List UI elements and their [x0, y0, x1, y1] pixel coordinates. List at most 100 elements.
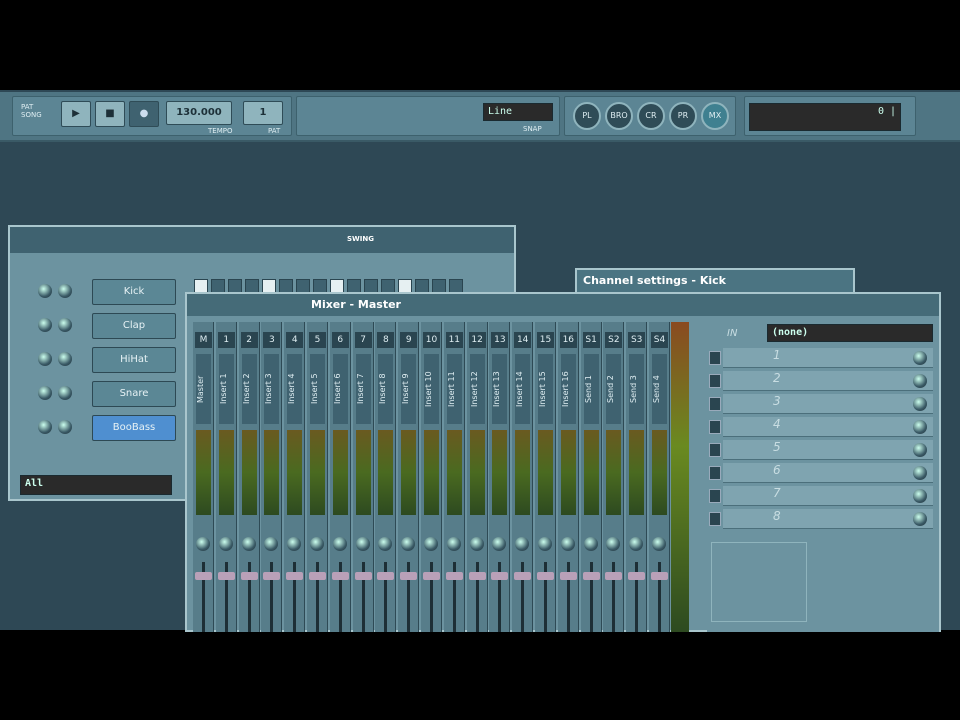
- pan-knob[interactable]: [355, 537, 370, 551]
- strip-name[interactable]: Insert 1: [218, 354, 234, 424]
- strip-name[interactable]: Send 3: [629, 354, 645, 424]
- mixer-strip[interactable]: 10 Insert 10: [421, 322, 442, 632]
- slot-enable-button[interactable]: [709, 420, 721, 434]
- play-button[interactable]: ▶: [61, 101, 91, 127]
- mixer-strip[interactable]: 9 Insert 9: [398, 322, 420, 632]
- pan-knob[interactable]: [38, 352, 52, 366]
- mixer-strip[interactable]: 5 Insert 5: [307, 322, 328, 632]
- strip-name[interactable]: Send 1: [583, 354, 599, 424]
- volume-fader[interactable]: [651, 572, 668, 580]
- strip-name[interactable]: Insert 12: [469, 354, 485, 424]
- mixer-strip[interactable]: 4 Insert 4: [284, 322, 306, 632]
- volume-fader[interactable]: [537, 572, 554, 580]
- fx-slot[interactable]: 7: [709, 486, 933, 506]
- pattern-display[interactable]: 1: [243, 101, 283, 125]
- mixer-strip[interactable]: 13 Insert 13: [489, 322, 511, 632]
- fx-slot[interactable]: 1: [709, 348, 933, 368]
- browser-button[interactable]: BRO: [605, 102, 633, 130]
- playlist-button[interactable]: PL: [573, 102, 601, 130]
- step-button[interactable]: [398, 279, 412, 293]
- slot-enable-button[interactable]: [709, 351, 721, 365]
- strip-name[interactable]: Insert 2: [241, 354, 257, 424]
- volume-fader[interactable]: [217, 572, 235, 580]
- mixer-strip[interactable]: 15 Insert 15: [535, 322, 556, 632]
- slot-enable-button[interactable]: [709, 466, 721, 480]
- tempo-display[interactable]: 130.000: [166, 101, 232, 125]
- volume-fader[interactable]: [468, 572, 486, 580]
- volume-fader[interactable]: [605, 572, 623, 580]
- volume-knob[interactable]: [58, 420, 72, 434]
- pan-knob[interactable]: [583, 537, 598, 551]
- pan-knob[interactable]: [310, 537, 324, 551]
- step-button[interactable]: [330, 279, 344, 293]
- pan-knob[interactable]: [560, 537, 575, 551]
- volume-fader[interactable]: [377, 572, 395, 580]
- volume-fader[interactable]: [240, 572, 258, 580]
- volume-fader[interactable]: [582, 572, 600, 580]
- channel-button[interactable]: Kick: [92, 279, 176, 305]
- pan-knob[interactable]: [196, 537, 210, 551]
- channel-button[interactable]: BooBass: [92, 415, 176, 441]
- channel-button[interactable]: Clap: [92, 313, 176, 339]
- strip-name[interactable]: Insert 3: [264, 354, 280, 424]
- pan-knob[interactable]: [446, 537, 461, 551]
- pan-knob[interactable]: [424, 537, 438, 551]
- slot-enable-button[interactable]: [709, 489, 721, 503]
- strip-name[interactable]: Send 2: [606, 354, 622, 424]
- mixer-strip[interactable]: 16 Insert 16: [557, 322, 579, 632]
- pan-knob[interactable]: [332, 537, 347, 551]
- pan-knob[interactable]: [38, 318, 52, 332]
- pan-knob[interactable]: [38, 284, 52, 298]
- strip-name[interactable]: Insert 5: [310, 354, 325, 424]
- slot-mix-knob[interactable]: [913, 420, 927, 434]
- input-select[interactable]: (none): [767, 324, 933, 342]
- pan-knob[interactable]: [652, 537, 666, 551]
- strip-name[interactable]: Insert 14: [515, 354, 531, 424]
- mixer-strip[interactable]: S3 Send 3: [626, 322, 648, 632]
- mixer-strip[interactable]: 3 Insert 3: [261, 322, 283, 632]
- volume-fader[interactable]: [628, 572, 646, 580]
- volume-knob[interactable]: [58, 284, 72, 298]
- strip-name[interactable]: Insert 13: [492, 354, 508, 424]
- slot-enable-button[interactable]: [709, 397, 721, 411]
- step-button[interactable]: [194, 279, 208, 293]
- slot-enable-button[interactable]: [709, 512, 721, 526]
- mixer-strip[interactable]: S1 Send 1: [580, 322, 602, 632]
- step-button[interactable]: [381, 279, 395, 293]
- volume-fader[interactable]: [445, 572, 463, 580]
- stop-button[interactable]: ■: [95, 101, 125, 127]
- pan-knob[interactable]: [241, 537, 256, 551]
- slot-mix-knob[interactable]: [913, 443, 927, 457]
- channel-button[interactable]: Snare: [92, 381, 176, 407]
- step-button[interactable]: [364, 279, 378, 293]
- strip-name[interactable]: Insert 4: [287, 354, 303, 424]
- strip-name[interactable]: Insert 6: [332, 354, 348, 424]
- volume-fader[interactable]: [195, 572, 212, 580]
- channel-filter-select[interactable]: All: [20, 475, 172, 495]
- volume-fader[interactable]: [400, 572, 418, 580]
- fx-slot[interactable]: 6: [709, 463, 933, 483]
- step-button[interactable]: [228, 279, 242, 293]
- step-button[interactable]: [279, 279, 293, 293]
- slot-enable-button[interactable]: [709, 374, 721, 388]
- strip-name[interactable]: Insert 9: [401, 354, 417, 424]
- step-button[interactable]: [245, 279, 259, 293]
- mixer-button[interactable]: MX: [701, 102, 729, 130]
- pan-knob[interactable]: [378, 537, 393, 551]
- fx-slot[interactable]: 3: [709, 394, 933, 414]
- step-button[interactable]: [449, 279, 463, 293]
- mixer-strip[interactable]: 11 Insert 11: [443, 322, 465, 632]
- step-button[interactable]: [432, 279, 446, 293]
- strip-name[interactable]: Insert 15: [538, 354, 553, 424]
- fx-slot[interactable]: 8: [709, 509, 933, 529]
- mixer-strip[interactable]: 6 Insert 6: [329, 322, 351, 632]
- volume-fader[interactable]: [514, 572, 532, 580]
- mixer-strip[interactable]: 2 Insert 2: [238, 322, 260, 632]
- strip-name[interactable]: Insert 7: [355, 354, 371, 424]
- slot-mix-knob[interactable]: [913, 397, 927, 411]
- mixer-strip[interactable]: S2 Send 2: [603, 322, 625, 632]
- fx-slot[interactable]: 4: [709, 417, 933, 437]
- fx-slot[interactable]: 5: [709, 440, 933, 460]
- record-button[interactable]: ●: [129, 101, 159, 127]
- mixer-strip[interactable]: 1 Insert 1: [215, 322, 237, 632]
